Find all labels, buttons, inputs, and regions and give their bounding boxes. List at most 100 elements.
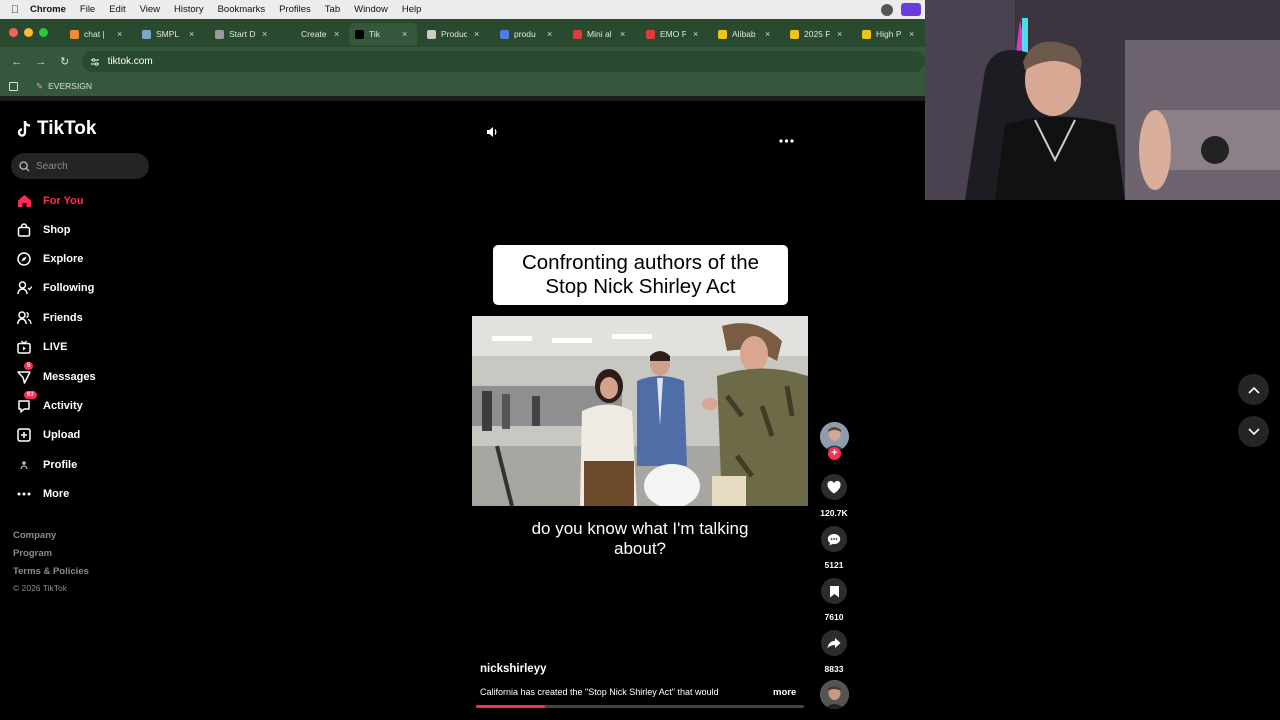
browser-tab[interactable]: EMO P ×: [640, 23, 708, 45]
comment-bubble-icon: [827, 533, 841, 545]
sidebar-item-upload[interactable]: Upload: [16, 424, 80, 446]
menu-edit[interactable]: Edit: [109, 4, 125, 15]
tab-close-icon[interactable]: ×: [837, 29, 842, 39]
apple-icon[interactable]: : [0, 4, 30, 16]
reload-icon[interactable]: ↻: [58, 55, 72, 68]
tab-close-icon[interactable]: ×: [334, 29, 339, 39]
apps-grid-icon[interactable]: [9, 81, 18, 91]
browser-tab-strip: chat | × SMPL × Start D × Create × Tik × Produc × p…: [0, 19, 925, 47]
address-bar[interactable]: tiktok.com: [81, 51, 925, 72]
tab-close-icon[interactable]: ×: [117, 29, 122, 39]
webcam-image: [925, 0, 1280, 200]
browser-tab[interactable]: Tik ×: [349, 23, 417, 45]
menu-view[interactable]: View: [140, 4, 160, 15]
sidebar-item-for-you[interactable]: For You: [16, 190, 84, 212]
comment-count: 5121: [824, 560, 844, 570]
tab-close-icon[interactable]: ×: [547, 29, 552, 39]
tab-close-icon[interactable]: ×: [620, 29, 625, 39]
browser-tab[interactable]: Produc ×: [421, 23, 489, 45]
forward-arrow-icon[interactable]: →: [34, 56, 48, 68]
menu-app-name[interactable]: Chrome: [30, 4, 66, 15]
sidebar-item-shop[interactable]: Shop: [16, 219, 71, 241]
menu-bookmarks[interactable]: Bookmarks: [218, 4, 266, 15]
video-description: California has created the "Stop Nick Sh…: [480, 687, 719, 697]
sidebar-item-friends[interactable]: Friends: [16, 307, 83, 329]
tab-close-icon[interactable]: ×: [402, 29, 407, 39]
browser-tab[interactable]: chat | ×: [64, 23, 132, 45]
search-box[interactable]: [11, 153, 149, 179]
plus-square-icon: [16, 427, 32, 443]
menu-profiles[interactable]: Profiles: [279, 4, 311, 15]
tab-favicon-icon: [790, 29, 799, 39]
tab-close-icon[interactable]: ×: [474, 29, 479, 39]
menu-help[interactable]: Help: [402, 4, 422, 15]
status-icon[interactable]: [881, 3, 893, 16]
menu-window[interactable]: Window: [354, 4, 388, 15]
tiktok-logo[interactable]: TikTok: [16, 118, 96, 140]
next-video-button[interactable]: [1238, 416, 1269, 447]
tab-title: Start D: [229, 29, 255, 39]
live-tv-icon: [16, 339, 32, 355]
window-controls: [9, 28, 48, 37]
author-username-link[interactable]: nickshirleyy: [480, 663, 546, 675]
sidebar-item-explore[interactable]: Explore: [16, 248, 83, 270]
video-caption: do you know what I'm talking about?: [472, 519, 808, 559]
browser-tab[interactable]: Mini al ×: [567, 23, 635, 45]
menu-history[interactable]: History: [174, 4, 204, 15]
footer-terms-link[interactable]: Terms & Policies: [13, 566, 89, 577]
video-frame[interactable]: [472, 316, 808, 506]
footer-program-link[interactable]: Program: [13, 548, 52, 559]
tab-title: 2025 F: [804, 29, 830, 39]
sidebar-item-messages[interactable]: 5 Messages: [16, 362, 96, 388]
tab-favicon-icon: [70, 29, 79, 39]
sidebar-item-activity[interactable]: 63 Activity: [16, 391, 83, 417]
comment-button[interactable]: [821, 526, 847, 552]
browser-tab[interactable]: Create ×: [281, 23, 349, 45]
menu-file[interactable]: File: [80, 4, 95, 15]
tab-close-icon[interactable]: ×: [693, 29, 698, 39]
tab-close-icon[interactable]: ×: [765, 29, 770, 39]
chevron-up-icon: [1247, 386, 1260, 394]
tab-close-icon[interactable]: ×: [262, 29, 267, 39]
sidebar-item-profile[interactable]: Profile: [16, 454, 77, 476]
like-button[interactable]: [821, 474, 847, 500]
browser-tab[interactable]: Alibab ×: [712, 23, 780, 45]
tab-favicon-icon: [646, 29, 655, 39]
sound-avatar[interactable]: [820, 680, 849, 709]
nav-label: More: [43, 488, 70, 500]
browser-tab[interactable]: produ ×: [494, 23, 562, 45]
send-icon: 5: [16, 362, 34, 385]
close-window-button[interactable]: [9, 28, 18, 37]
zoom-window-button[interactable]: [39, 28, 48, 37]
browser-tab[interactable]: High P ×: [856, 23, 924, 45]
screen-record-icon[interactable]: [901, 3, 921, 16]
follow-plus-button[interactable]: +: [828, 447, 841, 460]
browser-tab[interactable]: SMPL ×: [136, 23, 204, 45]
share-count: 8833: [824, 664, 844, 674]
site-settings-icon[interactable]: [90, 57, 100, 67]
menu-tab[interactable]: Tab: [325, 4, 340, 15]
share-button[interactable]: [821, 630, 847, 656]
sidebar-item-following[interactable]: Following: [16, 277, 94, 299]
footer-company-link[interactable]: Company: [13, 530, 56, 541]
description-more-button[interactable]: more: [773, 687, 796, 698]
tab-favicon-icon: [215, 29, 224, 39]
profile-icon: [16, 457, 32, 473]
volume-button[interactable]: [485, 125, 499, 144]
sidebar-item-live[interactable]: LIVE: [16, 336, 67, 358]
browser-tab[interactable]: Start D ×: [209, 23, 277, 45]
browser-tab[interactable]: 2025 F ×: [784, 23, 852, 45]
url-text[interactable]: tiktok.com: [108, 56, 153, 67]
video-more-options-button[interactable]: [779, 130, 794, 148]
nav-label: Upload: [43, 429, 81, 441]
sidebar-item-more[interactable]: More: [16, 483, 69, 505]
minimize-window-button[interactable]: [24, 28, 33, 37]
tab-close-icon[interactable]: ×: [189, 29, 194, 39]
back-arrow-icon[interactable]: ←: [10, 56, 24, 68]
save-button[interactable]: [821, 578, 847, 604]
previous-video-button[interactable]: [1238, 374, 1269, 405]
tab-close-icon[interactable]: ×: [909, 29, 914, 39]
bookmark-eversign[interactable]: ✎ EVERSIGN: [36, 81, 92, 92]
video-progress-bar[interactable]: [476, 705, 804, 708]
search-input[interactable]: [36, 160, 136, 172]
